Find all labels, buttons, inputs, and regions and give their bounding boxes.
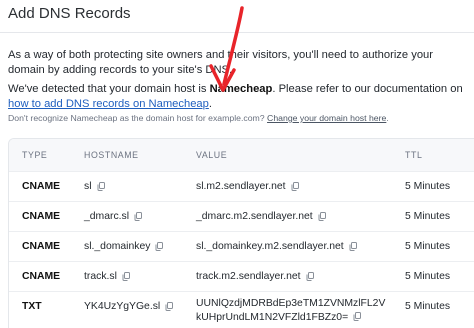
copy-icon[interactable]: [306, 271, 314, 281]
copy-icon[interactable]: [97, 181, 105, 191]
page-title: Add DNS Records: [8, 5, 131, 22]
red-arrow-annotation: [209, 6, 244, 92]
hostname-text: sl: [84, 181, 92, 192]
copy-icon[interactable]: [165, 301, 174, 311]
record-ttl: 5 Minutes: [405, 301, 451, 312]
record-hostname: YK4UzYgYGe.sl: [84, 301, 174, 312]
record-hostname: _dmarc.sl: [84, 211, 143, 222]
copy-icon[interactable]: [291, 181, 299, 191]
hostname-text: track.sl: [84, 271, 117, 282]
value-text: sl.m2.sendlayer.net: [196, 181, 286, 192]
record-type: CNAME: [22, 211, 61, 222]
table-row: CNAME sl._domainkey sl._domainkey.m2.sen…: [9, 231, 474, 261]
hint-suffix: .: [386, 113, 389, 123]
record-type: CNAME: [22, 181, 61, 192]
detect-prefix: We've detected that your domain host is: [8, 83, 210, 95]
record-hostname: sl._domainkey: [84, 241, 164, 252]
record-value: sl._domainkey.m2.sendlayer.net: [196, 241, 357, 252]
value-text: sl._domainkey.m2.sendlayer.net: [196, 241, 344, 252]
change-domain-host-link[interactable]: Change your domain host here: [267, 113, 386, 123]
column-header-ttl: TTL: [405, 150, 423, 160]
dns-records-table: TYPE HOSTNAME VALUE TTL CNAME sl sl.m2.s…: [8, 138, 474, 328]
record-hostname: sl: [84, 181, 105, 192]
table-row: TXT YK4UzYgYGe.sl UUNlQzdjMDRBdEp3eTM1ZV…: [9, 291, 474, 328]
value-text: track.m2.sendlayer.net: [196, 271, 301, 282]
column-header-hostname: HOSTNAME: [84, 150, 139, 160]
record-ttl: 5 Minutes: [405, 181, 451, 192]
column-header-type: TYPE: [22, 150, 48, 160]
copy-icon[interactable]: [353, 312, 362, 322]
record-value: sl.m2.sendlayer.net: [196, 181, 299, 192]
value-text-line-2: kUHprUndLM1N2VFZld1FBZz0=: [196, 311, 349, 323]
hostname-text: sl._domainkey: [84, 241, 151, 252]
detect-middle: . Please refer to our documentation on: [272, 83, 463, 95]
copy-icon[interactable]: [134, 211, 143, 221]
record-type: CNAME: [22, 271, 61, 282]
copy-icon[interactable]: [122, 271, 130, 281]
record-value: track.m2.sendlayer.net: [196, 271, 314, 282]
column-header-value: VALUE: [196, 150, 228, 160]
table-row: CNAME _dmarc.sl _dmarc.m2.sendlayer.net …: [9, 201, 474, 231]
table-row: CNAME track.sl track.m2.sendlayer.net 5 …: [9, 261, 474, 291]
copy-icon[interactable]: [318, 211, 326, 221]
copy-icon[interactable]: [155, 241, 164, 251]
record-ttl: 5 Minutes: [405, 211, 451, 222]
table-header: TYPE HOSTNAME VALUE TTL: [9, 139, 474, 171]
hint-text: Don't recognize Namecheap as the domain …: [8, 113, 268, 123]
record-ttl: 5 Minutes: [405, 241, 451, 252]
record-type: CNAME: [22, 241, 61, 252]
record-value: _dmarc.m2.sendlayer.net: [196, 211, 326, 222]
documentation-link[interactable]: how to add DNS records on Namecheap: [8, 98, 209, 110]
record-ttl: 5 Minutes: [405, 271, 451, 282]
value-text-line-1: UUNlQzdjMDRBdEp3eTM1ZVNMzlFL2V: [196, 298, 386, 309]
domain-host-hint: Don't recognize Namecheap as the domain …: [8, 113, 470, 123]
hostname-text: _dmarc.sl: [84, 211, 130, 222]
value-text: _dmarc.m2.sendlayer.net: [196, 211, 313, 222]
record-type: TXT: [22, 301, 42, 312]
record-hostname: track.sl: [84, 271, 130, 282]
hostname-text: YK4UzYgYGe.sl: [84, 301, 161, 312]
copy-icon[interactable]: [349, 241, 357, 251]
table-row: CNAME sl sl.m2.sendlayer.net 5 Minutes: [9, 171, 474, 201]
record-value: UUNlQzdjMDRBdEp3eTM1ZVNMzlFL2V kUHprUndL…: [196, 297, 385, 324]
